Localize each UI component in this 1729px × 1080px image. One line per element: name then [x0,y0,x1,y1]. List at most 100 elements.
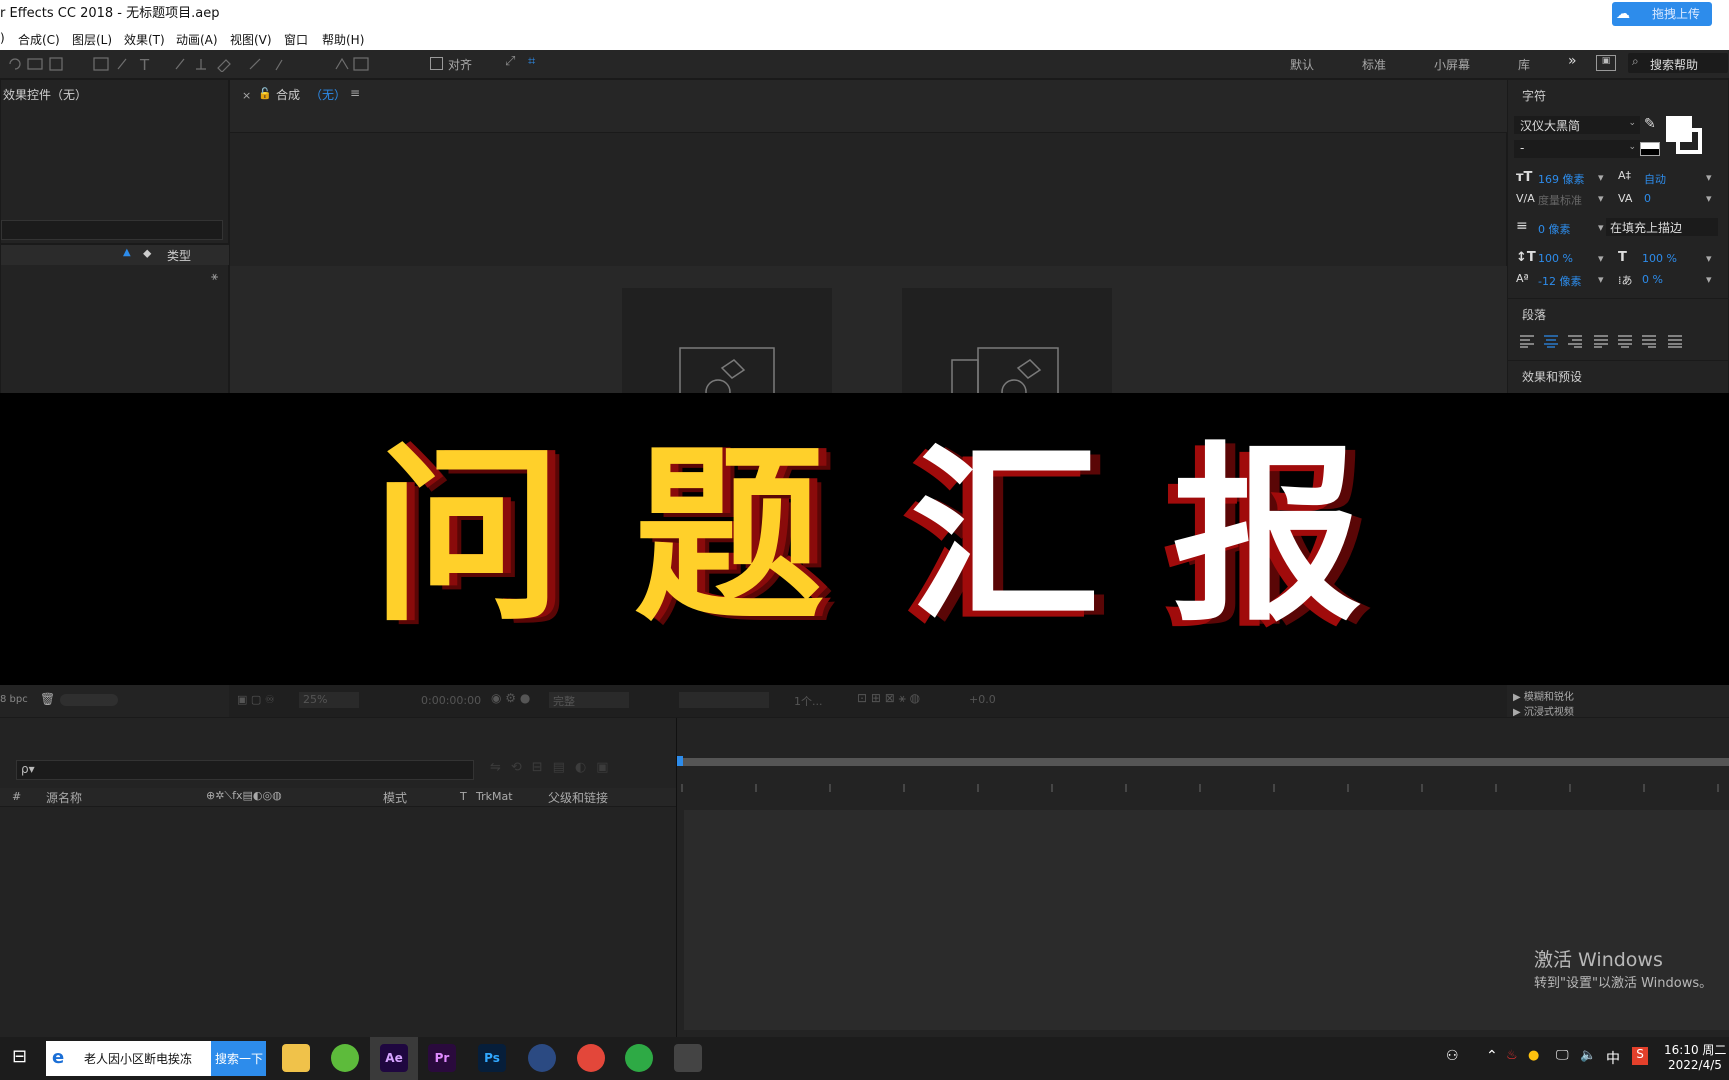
workspace-tab-default[interactable]: 默认 [1290,56,1314,73]
timeline-search-field[interactable]: ρ▾ [16,760,474,780]
work-area-start-handle[interactable] [677,756,683,766]
horizontal-scale-value[interactable]: 100 % [1642,252,1677,265]
clock-date[interactable]: 2022/4/5 [1668,1058,1722,1072]
new-comp-card[interactable] [622,288,832,395]
character-panel-title[interactable]: 字符 [1522,87,1546,104]
workspace-tab-library[interactable]: 库 [1518,56,1530,73]
workspace-tab-small-screen[interactable]: 小屏幕 [1434,56,1470,73]
zoom-select[interactable]: 25% [299,692,359,708]
security-guard-icon[interactable] [625,1044,653,1072]
leading-value[interactable]: 自动 [1644,171,1666,187]
workspace-switch-icon[interactable]: ▣ [1596,55,1616,71]
camera-icon[interactable]: ◉ ⚙ ● [491,691,530,705]
chevron-down-icon[interactable]: ▾ [1598,273,1604,286]
menu-item-file[interactable]: ) [0,31,5,45]
chevron-down-icon[interactable]: ▾ [1706,252,1712,265]
font-family-select[interactable]: 汉仪大黑简 ⌄ [1514,116,1640,134]
quality-select[interactable]: 完整 [549,692,629,708]
bilibili-icon[interactable] [674,1044,702,1072]
tsume-value[interactable]: 0 % [1642,273,1663,286]
after-effects-icon[interactable]: Ae [380,1044,408,1072]
news-search-box[interactable]: e 老人因小区断电挨冻 [46,1041,211,1076]
tag-icon[interactable]: ⬥ [143,246,151,261]
chevron-down-icon[interactable]: ▾ [1598,192,1604,205]
browser-360-icon[interactable] [331,1044,359,1072]
swap-black-white-icon[interactable] [1640,142,1660,156]
file-explorer-icon[interactable] [282,1044,310,1072]
baseline-shift-value[interactable]: -12 像素 [1538,273,1581,289]
preview-icon[interactable]: ▣ ▢ ♾ [237,693,275,706]
view-options-icon[interactable]: ⊡ ⊞ ⊠ ⚹ ◍ [857,691,920,706]
clock-time[interactable]: 16:10 周二 [1664,1041,1726,1058]
flowchart-icon[interactable]: ⚹ [211,269,218,284]
timeline-splitter[interactable] [676,718,677,1038]
effects-presets-title[interactable]: 效果和预设 [1522,368,1582,385]
network-icon[interactable]: 🖵 [1556,1048,1569,1063]
timecode-value[interactable]: 0:00:00:00 [421,694,481,707]
stroke-width-value[interactable]: 0 像素 [1538,221,1571,237]
thumbnail-slider[interactable] [60,694,118,706]
column-mode[interactable]: 模式 [383,789,407,806]
tool-icons[interactable]: T [6,56,386,72]
menu-item-composition[interactable]: 合成(C) [18,31,60,48]
paragraph-panel-title[interactable]: 段落 [1522,306,1546,323]
work-area-bar[interactable] [678,758,1729,766]
tray-app-icon[interactable]: ♨ [1506,1048,1518,1063]
align-checkbox[interactable] [430,57,443,70]
vertical-scale-value[interactable]: 100 % [1538,252,1573,265]
effects-category-immersive[interactable]: ▶ 沉浸式视频 [1513,703,1574,718]
kerning-value[interactable]: 度量标准 [1538,192,1582,208]
paragraph-align-buttons[interactable] [1518,334,1718,348]
menu-item-effect[interactable]: 效果(T) [124,31,165,48]
font-style-select[interactable]: - ⌄ [1514,140,1640,158]
cinema4d-icon[interactable] [528,1044,556,1072]
lock-icon[interactable]: 🔓 [258,87,272,100]
timeline-switch-icons[interactable]: ⇋⟲⊟▤◐▣ [490,760,619,775]
column-parent[interactable]: 父级和链接 [548,789,608,806]
snap-icon[interactable]: ⤢ [505,54,515,69]
chevron-down-icon[interactable]: ▾ [1706,273,1712,286]
menu-item-animation[interactable]: 动画(A) [176,31,218,48]
chevron-down-icon[interactable]: ▾ [1706,171,1712,184]
menu-item-help[interactable]: 帮助(H) [322,31,364,48]
chevron-down-icon[interactable]: ▾ [1598,252,1604,265]
column-trkmat[interactable]: TrkMat [476,790,513,803]
volume-icon[interactable]: 🔈 [1580,1048,1596,1063]
project-search-field[interactable] [1,220,223,240]
tracking-value[interactable]: 0 [1644,192,1651,205]
time-ruler[interactable] [678,774,1729,806]
switch-column-icons[interactable]: ⊕✲⟍fx▤◐◎◍ [206,789,282,803]
ime-indicator[interactable]: 中 [1606,1048,1620,1068]
comp-tab-title[interactable]: 合成 [276,86,300,103]
trash-icon[interactable]: 🗑 [40,692,55,706]
sort-up-icon[interactable]: ▲ [123,247,131,258]
chevron-down-icon[interactable]: ▾ [1598,221,1604,234]
new-comp-from-footage-card[interactable] [902,288,1112,395]
people-icon[interactable]: ⚇ [1446,1048,1459,1064]
menu-item-window[interactable]: 窗口 [284,31,308,48]
view-select[interactable] [679,692,769,708]
search-now-button[interactable]: 搜索一下 [211,1041,266,1076]
menu-item-view[interactable]: 视图(V) [230,31,272,48]
effects-category-blur[interactable]: ▶ 模糊和锐化 [1513,688,1574,703]
font-size-value[interactable]: 169 像素 [1538,171,1585,187]
chrome-icon[interactable] [577,1044,605,1072]
bpc-label[interactable]: 8 bpc [0,694,28,705]
type-column-header[interactable]: 类型 [167,247,191,264]
stroke-color-swatch[interactable] [1676,128,1702,154]
chevron-down-icon[interactable]: ▾ [1598,171,1604,184]
panel-menu-icon[interactable]: ≡ [350,86,360,100]
column-source-name[interactable]: 源名称 [46,789,82,806]
chevron-down-icon[interactable]: ▾ [1706,192,1712,205]
photoshop-icon[interactable]: Ps [478,1044,506,1072]
views-value[interactable]: 1个... [794,693,823,709]
task-view-icon[interactable]: ⊟ [12,1046,27,1067]
upload-button[interactable]: ☁ 拖拽上传 [1612,2,1712,26]
premiere-icon[interactable]: Pr [428,1044,456,1072]
search-help-field[interactable]: ⌕ 搜索帮助 [1628,53,1728,73]
menu-item-layer[interactable]: 图层(L) [72,31,112,48]
workspace-overflow-icon[interactable]: » [1568,53,1577,69]
close-tab-icon[interactable]: × [242,89,251,102]
stroke-mode-select[interactable]: 在填充上描边 [1606,218,1718,236]
chevron-up-icon[interactable]: ⌃ [1486,1048,1498,1064]
